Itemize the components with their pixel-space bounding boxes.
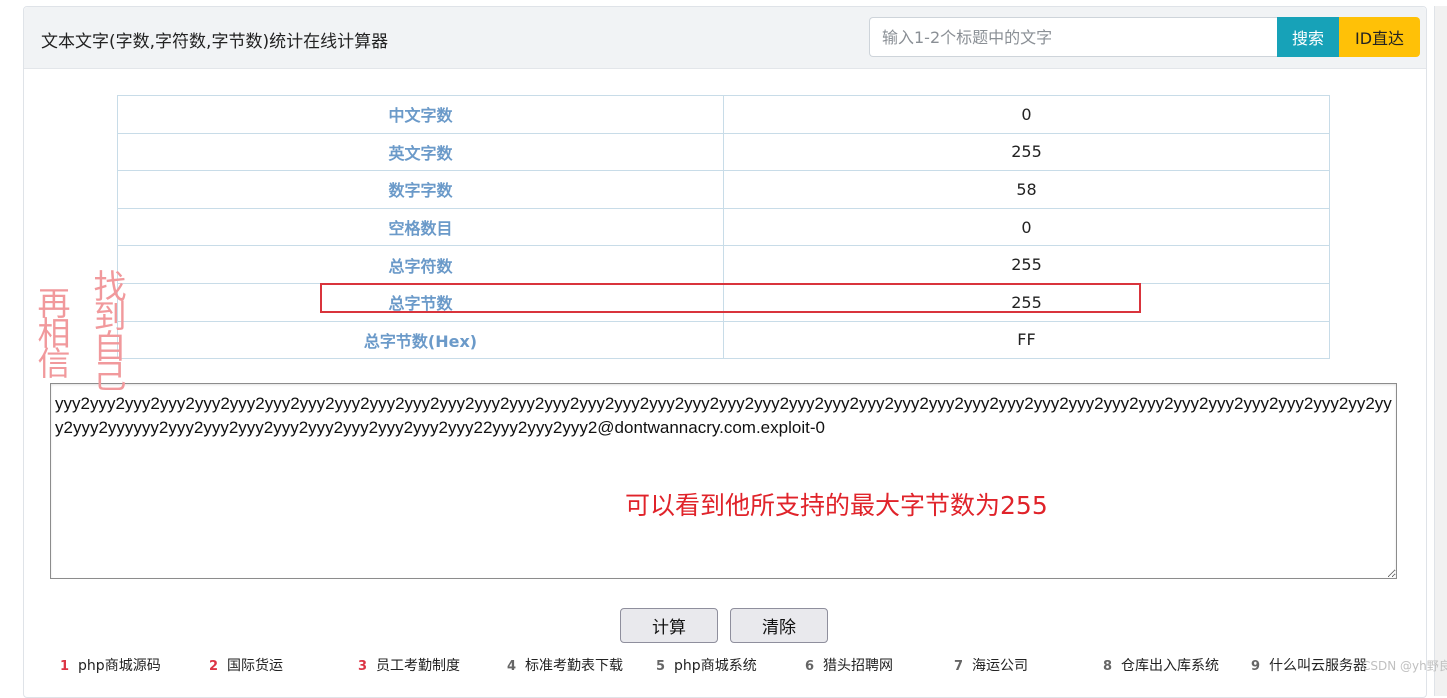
stat-label-spaces: 空格数目 [117, 207, 724, 247]
page-title: 文本文字(字数,字符数,字节数)统计在线计算器 [41, 32, 389, 52]
annotation-vertical-left: 再 相 信 [34, 287, 74, 383]
stat-label-chinese-chars: 中文字数 [117, 95, 724, 134]
link-label: 什么叫云服务器 [1269, 658, 1368, 674]
link-index: 2 [209, 659, 219, 674]
link-label: 海运公司 [972, 658, 1029, 674]
link-label: 国际货运 [227, 658, 284, 674]
table-row: 数字字数 58 [117, 170, 1330, 209]
stat-label-total-bytes-hex: 总字节数(Hex) [117, 320, 724, 360]
search-button[interactable]: 搜索 [1277, 17, 1339, 57]
stat-value-total-bytes-hex: FF [723, 320, 1330, 360]
stat-label-total-chars: 总字符数 [117, 245, 724, 284]
related-link-6[interactable]: 6 猎头招聘网 [805, 655, 893, 675]
table-row: 总字节数(Hex) FF [117, 320, 1330, 360]
stat-value-total-chars: 255 [723, 245, 1330, 284]
table-row: 总字符数 255 [117, 245, 1330, 284]
scrollbar-track[interactable] [1434, 6, 1447, 696]
clear-button[interactable]: 清除 [730, 608, 828, 643]
stat-value-spaces: 0 [723, 207, 1330, 247]
related-link-9[interactable]: 9 什么叫云服务器 [1251, 655, 1367, 675]
link-index: 7 [954, 659, 964, 674]
table-row: 总字节数 255 [117, 282, 1330, 322]
related-link-1[interactable]: 1 php商城源码 [60, 655, 161, 675]
related-link-7[interactable]: 7 海运公司 [954, 655, 1028, 675]
text-input-area[interactable]: yyy2yyy2yyy2yyy2yyy2yyy2yyy2yyy2yyy2yyy2… [50, 383, 1397, 579]
calculate-button[interactable]: 计算 [620, 608, 718, 643]
link-index: 9 [1251, 659, 1261, 674]
link-index: 3 [358, 659, 368, 674]
link-index: 8 [1103, 659, 1113, 674]
stat-value-total-bytes: 255 [723, 282, 1330, 322]
table-row: 空格数目 0 [117, 207, 1330, 247]
id-direct-button[interactable]: ID直达 [1339, 17, 1420, 57]
card-header: 文本文字(字数,字符数,字节数)统计在线计算器 搜索 ID直达 [24, 7, 1426, 69]
annotation-vertical-right: 找 到 自 己 [90, 270, 130, 396]
related-link-5[interactable]: 5 php商城系统 [656, 655, 757, 675]
related-link-2[interactable]: 2 国际货运 [209, 655, 283, 675]
link-label: 猎头招聘网 [823, 658, 894, 674]
annotation-char: 信 [37, 344, 71, 383]
table-row: 英文字数 255 [117, 132, 1330, 172]
stat-value-digit-chars: 58 [723, 170, 1330, 209]
related-link-3[interactable]: 3 员工考勤制度 [358, 655, 460, 675]
link-index: 5 [656, 659, 666, 674]
link-index: 6 [805, 659, 815, 674]
watermark: CSDN @yh野良 [1362, 659, 1447, 673]
table-row: 中文字数 0 [117, 95, 1330, 134]
annotation-text: 可以看到他所支持的最大字节数为255 [625, 491, 1048, 520]
stat-label-english-chars: 英文字数 [117, 132, 724, 172]
link-label: 仓库出入库系统 [1121, 658, 1220, 674]
link-index: 1 [60, 659, 70, 674]
annotation-char: 己 [93, 357, 127, 396]
link-label: php商城源码 [78, 658, 161, 674]
related-link-8[interactable]: 8 仓库出入库系统 [1103, 655, 1219, 675]
related-links: 1 php商城源码 2 国际货运 3 员工考勤制度 4 标准考勤表下载 5 php商城系统… [60, 655, 1400, 675]
stat-value-english-chars: 255 [723, 132, 1330, 172]
search-input[interactable] [869, 17, 1277, 57]
related-link-4[interactable]: 4 标准考勤表下载 [507, 655, 623, 675]
link-index: 4 [507, 659, 517, 674]
link-label: 标准考勤表下载 [525, 658, 624, 674]
link-label: 员工考勤制度 [376, 658, 461, 674]
link-label: php商城系统 [674, 658, 757, 674]
stats-table: 中文字数 0 英文字数 255 数字字数 58 空格数目 0 总字符数 255 … [117, 95, 1330, 360]
stat-label-digit-chars: 数字字数 [117, 170, 724, 209]
stat-value-chinese-chars: 0 [723, 95, 1330, 134]
stat-label-total-bytes: 总字节数 [117, 282, 724, 322]
